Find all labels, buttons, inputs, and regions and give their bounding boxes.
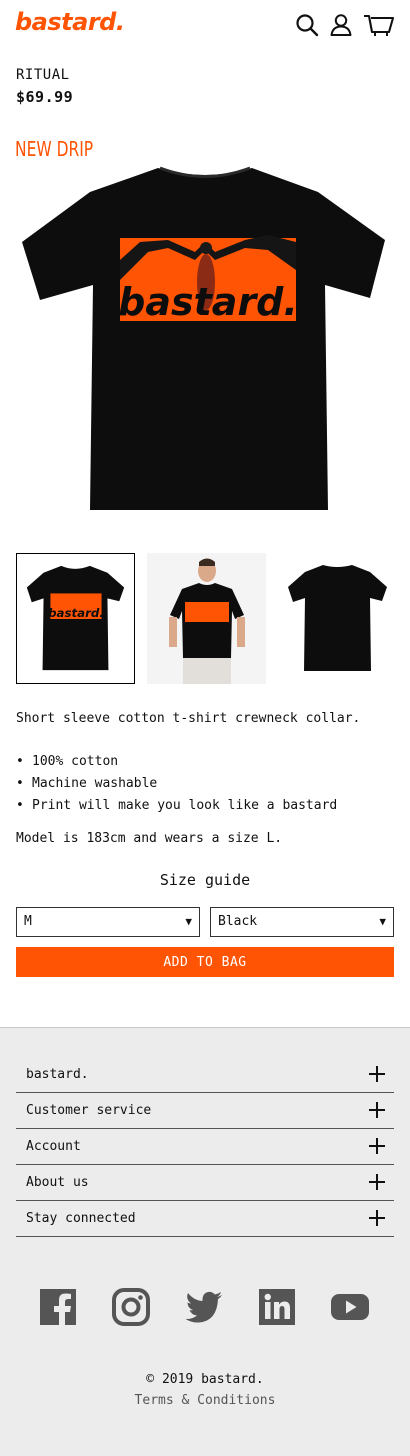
color-select-value: Black [218, 914, 258, 929]
facebook-icon[interactable] [38, 1287, 78, 1327]
footer-section-stay-connected[interactable]: Stay connected [16, 1201, 394, 1237]
thumb-print-text: bastard. [48, 606, 104, 620]
size-guide-link[interactable]: Size guide [0, 871, 410, 889]
plus-icon [369, 1102, 385, 1118]
site-logo[interactable]: bastard. [15, 8, 125, 36]
copyright-text: © 2019 bastard. [146, 1372, 264, 1387]
product-price: $69.99 [16, 88, 74, 106]
site-header: bastard. [0, 0, 410, 56]
product-description: Short sleeve cotton t-shirt crewneck col… [16, 711, 361, 726]
cart-icon[interactable] [363, 12, 395, 38]
feature-item: 100% cotton [16, 751, 337, 773]
footer-section-label: bastard. [26, 1067, 89, 1082]
footer-section-label: Account [26, 1139, 81, 1154]
hero-print-text: bastard. [118, 280, 298, 324]
footer-section-label: Stay connected [26, 1211, 136, 1226]
feature-item: Print will make you look like a bastard [16, 795, 337, 817]
new-drip-badge: NEW DRIP [15, 137, 94, 161]
size-select-value: M [24, 914, 32, 929]
footer-section-customer-service[interactable]: Customer service [16, 1093, 394, 1129]
thumbnail-model[interactable] [147, 553, 266, 684]
footer-section-about-us[interactable]: About us [16, 1165, 394, 1201]
plus-icon [369, 1210, 385, 1226]
product-name: RITUAL [16, 67, 70, 83]
footer-section-account[interactable]: Account [16, 1129, 394, 1165]
color-select[interactable]: Black ▼ [210, 907, 394, 937]
feature-item: Machine washable [16, 773, 337, 795]
plus-icon [369, 1174, 385, 1190]
footer-section-label: About us [26, 1175, 89, 1190]
plus-icon [369, 1138, 385, 1154]
user-icon[interactable] [328, 12, 354, 38]
dropdown-arrow-icon: ▼ [185, 915, 192, 928]
footer-section-bastard[interactable]: bastard. [16, 1057, 394, 1093]
thumbnail-back[interactable] [278, 553, 397, 684]
instagram-icon[interactable] [111, 1287, 151, 1327]
search-icon[interactable] [294, 12, 320, 38]
youtube-icon[interactable] [330, 1287, 370, 1327]
model-note: Model is 183cm and wears a size L. [16, 831, 283, 846]
twitter-icon[interactable] [184, 1287, 224, 1327]
product-hero-image: bastard. [0, 130, 410, 530]
thumbnail-front[interactable]: bastard. [16, 553, 135, 684]
footer-section-label: Customer service [26, 1103, 152, 1118]
add-to-bag-button[interactable]: ADD TO BAG [16, 947, 394, 977]
dropdown-arrow-icon: ▼ [379, 915, 386, 928]
plus-icon [369, 1066, 385, 1082]
size-select[interactable]: M ▼ [16, 907, 200, 937]
linkedin-icon[interactable] [257, 1287, 297, 1327]
feature-list: 100% cotton Machine washable Print will … [16, 751, 337, 817]
terms-link[interactable]: Terms & Conditions [0, 1393, 410, 1408]
